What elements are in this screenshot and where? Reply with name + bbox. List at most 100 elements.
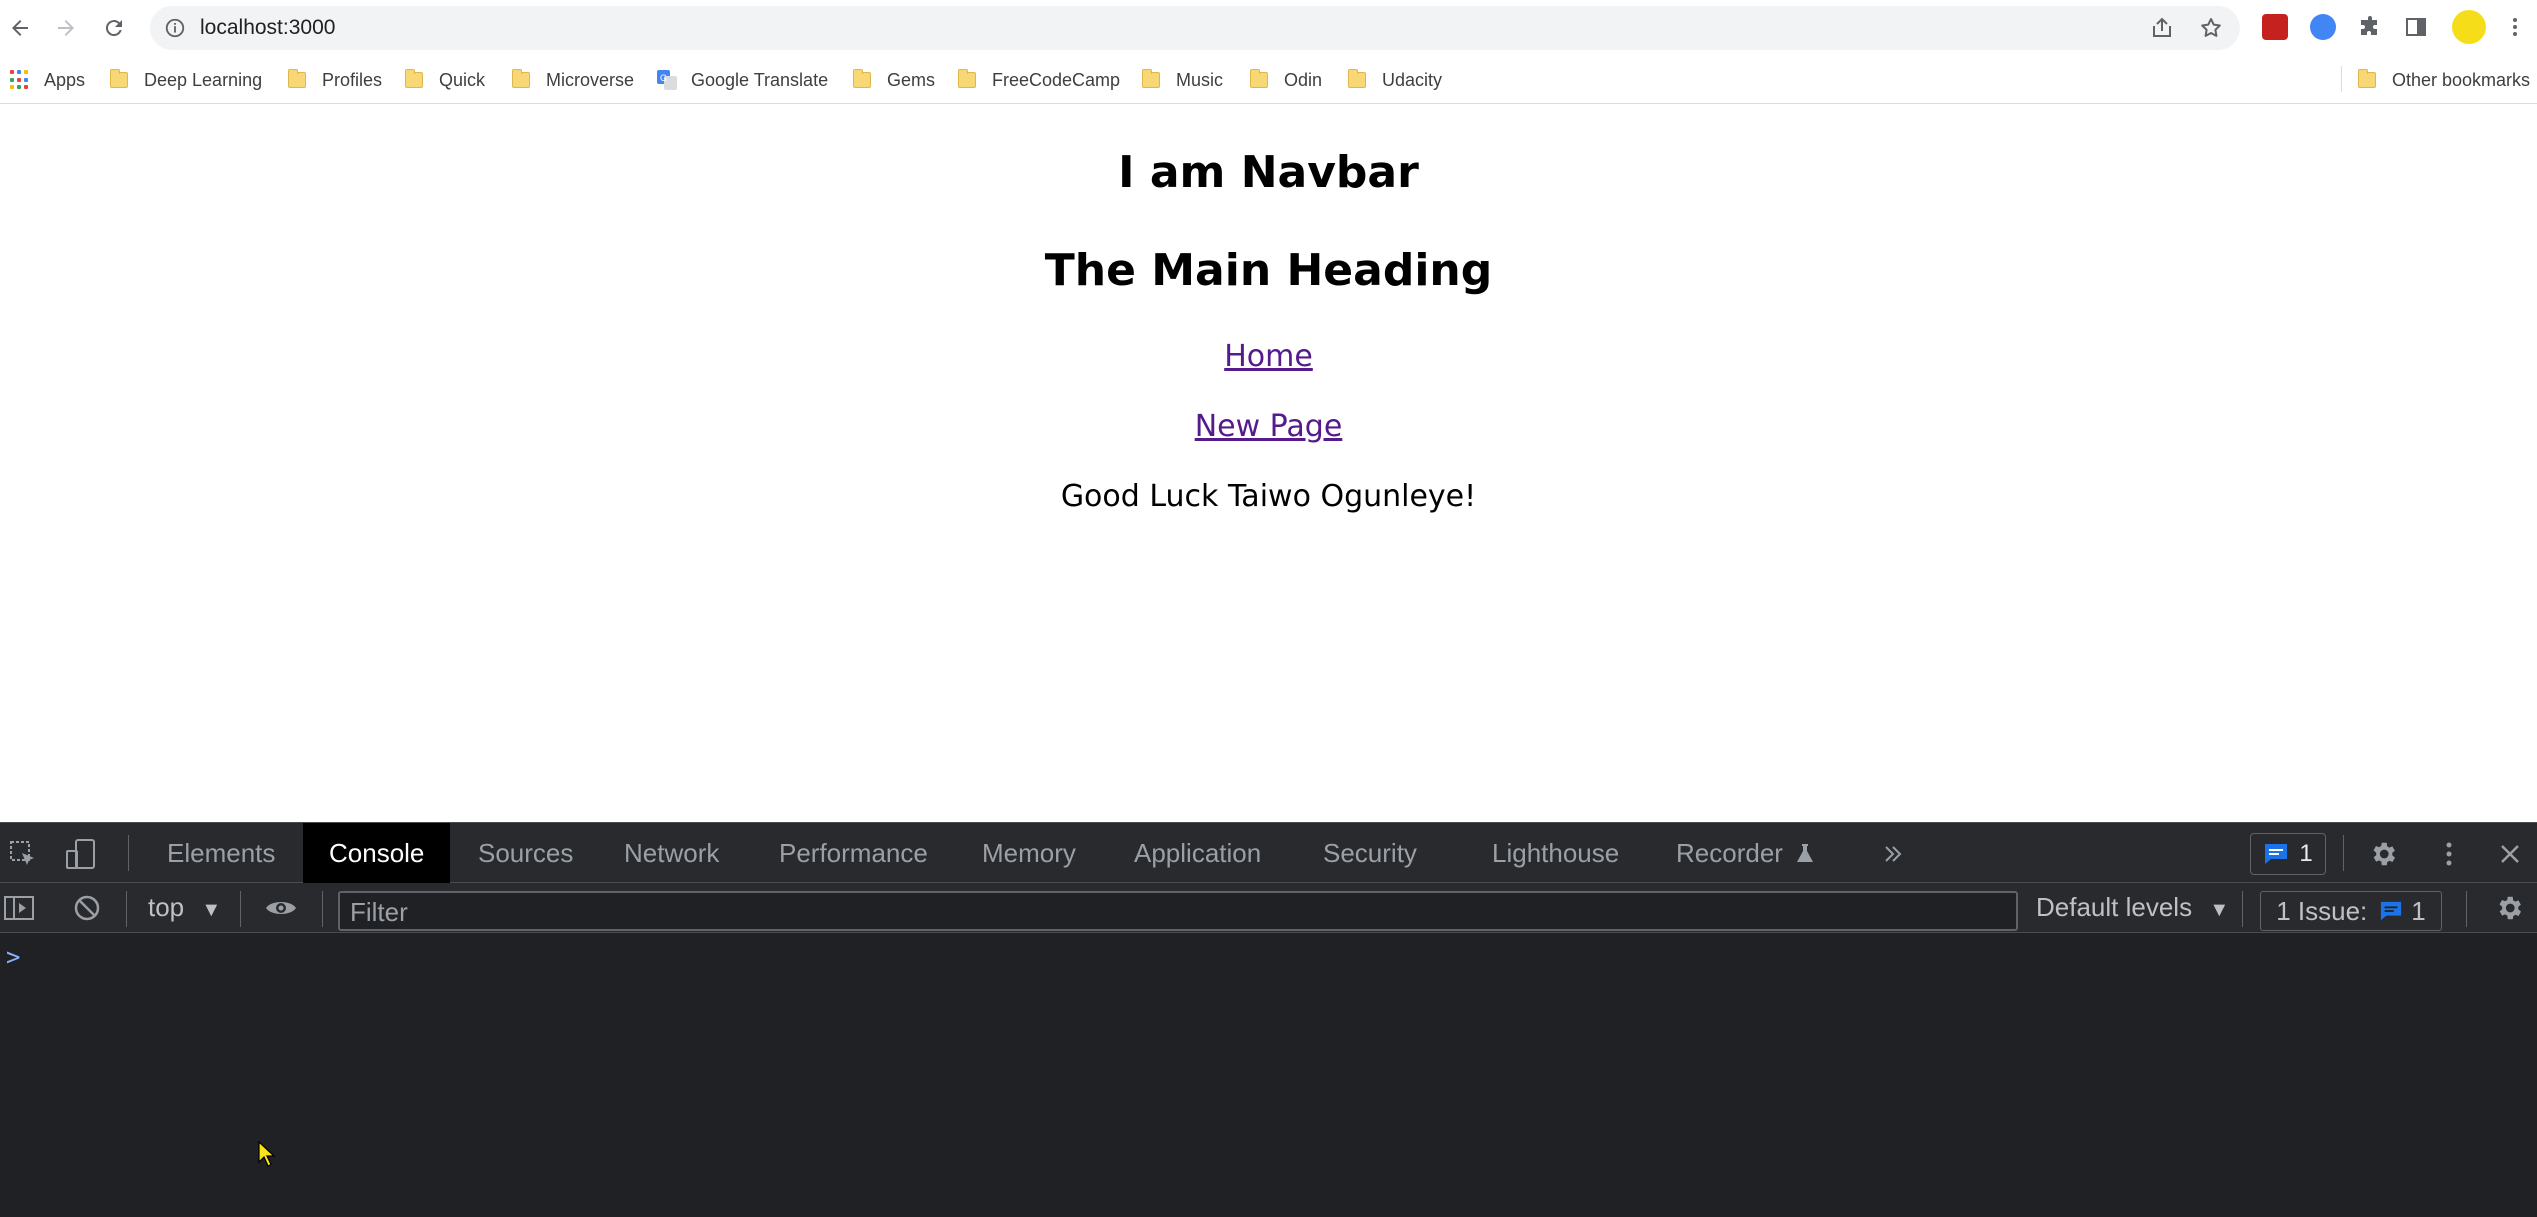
bookmark-profiles[interactable]: Profiles <box>288 66 382 94</box>
message-icon <box>2265 844 2288 864</box>
console-filter-input[interactable]: Filter <box>338 891 2018 931</box>
bookmark-label: Deep Learning <box>144 69 263 90</box>
bookmark-label: FreeCodeCamp <box>992 69 1121 90</box>
issues-button[interactable]: 1 Issue: 1 <box>2260 891 2442 931</box>
star-icon[interactable] <box>2199 16 2223 40</box>
messages-badge[interactable]: 1 <box>2250 833 2326 875</box>
tab-network[interactable]: Network <box>598 823 745 883</box>
bookmark-label: Other bookmarks <box>2392 69 2531 90</box>
bookmark-deep-learning[interactable]: Deep Learning <box>110 66 262 94</box>
folder-icon <box>1250 69 1268 88</box>
tab-console[interactable]: Console <box>303 823 451 883</box>
bookmark-freecodecamp[interactable]: FreeCodeCamp <box>958 66 1120 94</box>
toolbar-divider <box>126 891 127 927</box>
issues-label: 1 Issue: <box>2276 895 2368 926</box>
new-page-link[interactable]: New Page <box>1195 409 1343 444</box>
bookmark-label: Quick <box>439 69 486 90</box>
bookmark-label: Profiles <box>322 69 383 90</box>
clear-console-button[interactable] <box>70 891 104 925</box>
tab-elements[interactable]: Elements <box>141 823 301 883</box>
extension-red-icon[interactable] <box>2262 14 2288 40</box>
tab-memory[interactable]: Memory <box>956 823 1102 883</box>
bookmark-label: Udacity <box>1382 69 1443 90</box>
home-link[interactable]: Home <box>1224 339 1313 374</box>
tab-lighthouse[interactable]: Lighthouse <box>1466 823 1645 883</box>
zoom-extension-icon[interactable] <box>2310 14 2336 40</box>
reload-button[interactable] <box>96 10 132 46</box>
tab-performance[interactable]: Performance <box>753 823 954 883</box>
main-heading: The Main Heading <box>1044 245 1493 296</box>
tab-application[interactable]: Application <box>1108 823 1287 883</box>
console-toolbar: top ▼ Filter Default levels ▼ 1 Issue: 1 <box>0 883 2537 933</box>
message-icon <box>2381 901 2402 921</box>
tab-divider <box>128 835 129 871</box>
devtools-close-button[interactable] <box>2493 837 2527 871</box>
folder-icon <box>512 69 530 88</box>
kebab-menu-icon <box>2446 842 2452 866</box>
flask-icon <box>1797 844 1814 862</box>
tab-divider <box>2343 835 2344 871</box>
toolbar-divider <box>240 891 241 927</box>
profile-avatar[interactable] <box>2452 10 2486 44</box>
toolbar-divider <box>2242 891 2243 927</box>
inspect-element-button[interactable] <box>6 837 40 871</box>
bookmarks-divider <box>2341 66 2342 92</box>
folder-icon <box>853 69 871 88</box>
browser-toolbar: localhost:3000 <box>0 0 2537 56</box>
devtools-settings-button[interactable] <box>2366 837 2400 871</box>
browser-menu-button[interactable] <box>2500 12 2530 42</box>
mouse-cursor-icon <box>258 1141 276 1167</box>
folder-icon <box>958 69 976 88</box>
bookmark-google-translate[interactable]: G Google Translate <box>657 66 828 94</box>
tab-security[interactable]: Security <box>1297 823 1443 883</box>
share-icon[interactable] <box>2150 16 2174 40</box>
bookmarks-bar: Apps Deep Learning Profiles Quick Microv… <box>0 56 2537 104</box>
bookmark-label: Apps <box>44 69 86 90</box>
forward-button[interactable] <box>48 10 84 46</box>
chevron-double-right-icon <box>1885 846 1902 862</box>
bookmark-label: Google Translate <box>691 69 829 90</box>
block-icon <box>74 895 100 921</box>
console-output[interactable]: > <box>0 933 2537 1217</box>
back-button[interactable] <box>2 10 38 46</box>
caret-down-icon: ▼ <box>201 899 222 921</box>
device-mobile-icon <box>66 839 95 869</box>
bookmark-label: Music <box>1176 69 1224 90</box>
more-tabs-button[interactable] <box>1876 837 1910 871</box>
info-icon[interactable] <box>164 17 186 39</box>
new-page-link-row: New Page <box>0 409 2537 444</box>
arrow-left-icon <box>12 20 28 36</box>
side-panel-button[interactable] <box>2401 12 2431 42</box>
toolbar-divider <box>2466 891 2467 927</box>
log-levels-dropdown[interactable]: Default levels ▼ <box>2036 892 2229 923</box>
bookmark-quick[interactable]: Quick <box>405 66 485 94</box>
bookmark-odin[interactable]: Odin <box>1250 66 1322 94</box>
extensions-puzzle-button[interactable] <box>2355 12 2385 42</box>
svg-text:G: G <box>660 73 667 83</box>
live-expression-button[interactable] <box>264 891 298 925</box>
show-sidebar-button[interactable] <box>2 891 36 925</box>
bookmark-other-bookmarks[interactable]: Other bookmarks <box>2358 66 2530 94</box>
address-bar[interactable]: localhost:3000 <box>150 6 2240 50</box>
context-selector[interactable]: top ▼ <box>148 892 221 923</box>
devtools-menu-button[interactable] <box>2432 837 2466 871</box>
eye-icon <box>266 902 296 914</box>
bookmark-music[interactable]: Music <box>1142 66 1223 94</box>
puzzle-icon <box>2361 16 2377 35</box>
url-text: localhost:3000 <box>200 16 336 39</box>
bookmark-microverse[interactable]: Microverse <box>512 66 634 94</box>
folder-icon <box>405 69 423 88</box>
kebab-menu-icon <box>2513 18 2517 36</box>
bookmark-apps[interactable]: Apps <box>10 66 85 94</box>
folder-icon <box>110 69 128 88</box>
bookmark-label: Gems <box>887 69 936 90</box>
messages-count: 1 <box>2299 840 2313 867</box>
tab-recorder[interactable]: Recorder <box>1650 823 1840 883</box>
bookmark-udacity[interactable]: Udacity <box>1348 66 1442 94</box>
bookmark-gems[interactable]: Gems <box>853 66 935 94</box>
tab-sources[interactable]: Sources <box>452 823 599 883</box>
page-content: I am Navbar The Main Heading Home New Pa… <box>0 105 2537 822</box>
device-toolbar-button[interactable] <box>64 837 98 871</box>
bookmark-label: Microverse <box>546 69 635 90</box>
console-settings-button[interactable] <box>2492 891 2526 925</box>
